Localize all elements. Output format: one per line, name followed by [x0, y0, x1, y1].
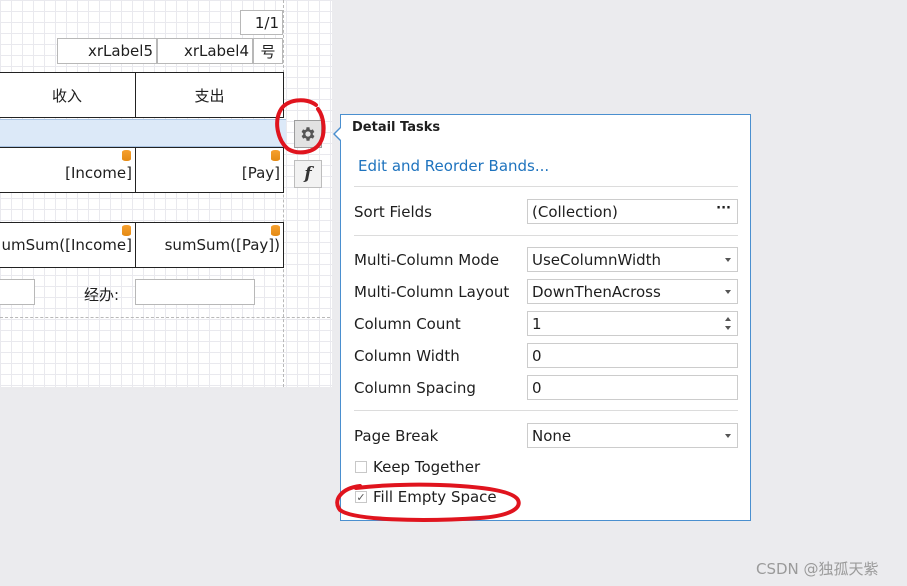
pay-header-text: 支出 [194, 86, 225, 105]
keep-together-checkbox[interactable] [355, 461, 367, 473]
keep-together-option[interactable]: Keep Together [355, 458, 480, 476]
divider [354, 186, 738, 187]
gear-icon [301, 127, 315, 141]
empty-signature-cell[interactable] [0, 279, 35, 305]
chevron-down-icon [725, 434, 731, 438]
fill-empty-space-checkbox[interactable]: ✓ [355, 491, 367, 503]
fx-icon: f [304, 164, 312, 184]
pay-header-cell[interactable]: 支出 [135, 72, 284, 118]
income-summary-text: umSum([Income] [1, 236, 132, 254]
multi-column-mode-value: UseColumnWidth [532, 250, 662, 269]
xrlabel5-cell[interactable]: xrLabel5 [57, 38, 157, 64]
panel-pointer-fill [335, 127, 342, 141]
database-field-icon [271, 225, 280, 236]
income-field-text: [Income] [65, 164, 132, 182]
fill-empty-space-label: Fill Empty Space [373, 488, 497, 506]
multi-column-layout-value: DownThenAcross [532, 282, 661, 301]
spin-down-icon[interactable] [725, 326, 731, 330]
handler-label: 经办: [84, 286, 120, 304]
page-number-text: 1/1 [254, 13, 279, 32]
divider [354, 235, 738, 236]
chevron-down-icon [725, 290, 731, 294]
page-number-cell[interactable]: 1/1 [240, 10, 283, 35]
edit-reorder-bands-link[interactable]: Edit and Reorder Bands... [358, 157, 549, 175]
ellipsis-button[interactable]: ··· [716, 201, 731, 216]
pay-summary-cell[interactable]: sumSum([Pay]) [135, 222, 284, 268]
band-boundary-line [0, 317, 330, 318]
keep-together-label: Keep Together [373, 458, 481, 476]
report-design-surface[interactable]: 1/1 xrLabel5 xrLabel4 号 收入 支出 [Income] [… [0, 0, 332, 387]
number-label-text: 号 [260, 42, 276, 61]
xrlabel4-text: xrLabel4 [183, 42, 249, 60]
spin-up-icon[interactable] [725, 317, 731, 321]
column-width-label: Column Width [354, 347, 460, 365]
income-header-text: 收入 [51, 86, 82, 105]
column-spacing-value: 0 [532, 378, 542, 397]
multi-column-mode-select[interactable]: UseColumnWidth [527, 247, 738, 272]
column-spacing-input[interactable]: 0 [527, 375, 738, 400]
page-margin-line [283, 0, 284, 387]
income-header-cell[interactable]: 收入 [0, 72, 136, 118]
sort-fields-label: Sort Fields [354, 203, 432, 221]
watermark: CSDN @独孤天紫 [756, 560, 879, 578]
number-label-cell[interactable]: 号 [253, 38, 283, 64]
column-width-input[interactable]: 0 [527, 343, 738, 368]
xrlabel5-text: xrLabel5 [87, 42, 153, 60]
page-break-label: Page Break [354, 427, 439, 445]
pay-summary-text: sumSum([Pay]) [164, 236, 280, 254]
column-count-stepper[interactable]: 1 [527, 311, 738, 336]
divider [354, 410, 738, 411]
expression-button[interactable]: f [294, 160, 322, 188]
sort-fields-field[interactable]: (Collection) ··· [527, 199, 738, 224]
fill-empty-space-option[interactable]: ✓ Fill Empty Space [355, 488, 497, 506]
database-field-icon [271, 150, 280, 161]
detail-tasks-panel: Detail Tasks Edit and Reorder Bands... S… [340, 114, 751, 521]
column-width-value: 0 [532, 346, 542, 365]
multi-column-layout-select[interactable]: DownThenAcross [527, 279, 738, 304]
pay-field-cell[interactable]: [Pay] [135, 147, 284, 193]
multi-column-layout-label: Multi-Column Layout [354, 283, 510, 301]
page-break-select[interactable]: None [527, 423, 738, 448]
page-break-value: None [532, 426, 572, 445]
chevron-down-icon [725, 258, 731, 262]
column-count-value: 1 [532, 314, 542, 333]
income-field-cell[interactable]: [Income] [0, 147, 136, 193]
pay-field-text: [Pay] [241, 164, 280, 182]
xrlabel4-cell[interactable]: xrLabel4 [157, 38, 253, 64]
detail-tasks-button[interactable] [294, 120, 322, 148]
database-field-icon [122, 150, 131, 161]
income-summary-cell[interactable]: umSum([Income] [0, 222, 136, 268]
multi-column-mode-label: Multi-Column Mode [354, 251, 500, 269]
database-field-icon [122, 225, 131, 236]
detail-band-selected[interactable] [0, 119, 286, 147]
handler-value-cell[interactable] [135, 279, 255, 305]
column-count-label: Column Count [354, 315, 461, 333]
sort-fields-value: (Collection) [532, 202, 618, 221]
column-spacing-label: Column Spacing [354, 379, 476, 397]
panel-title: Detail Tasks [352, 120, 441, 135]
